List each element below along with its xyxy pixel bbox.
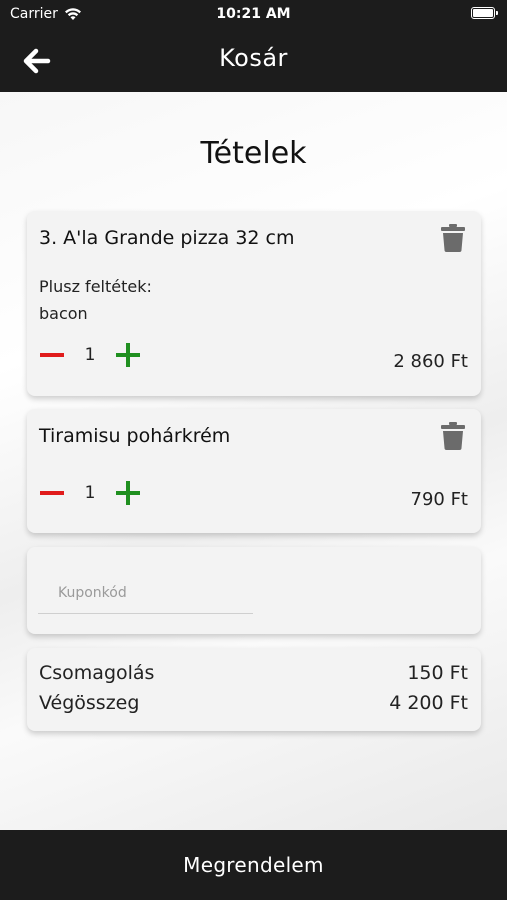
cart-item: 3. A'la Grande pizza 32 cm Plusz feltéte…: [27, 211, 481, 396]
item-name: Tiramisu pohárkrém: [39, 425, 231, 447]
decrease-quantity-button[interactable]: [39, 342, 65, 368]
packaging-row: Csomagolás 150 Ft: [39, 662, 468, 684]
packaging-label: Csomagolás: [39, 662, 155, 684]
delete-item-button[interactable]: [441, 422, 465, 450]
cart-item: Tiramisu pohárkrém 1 790 Ft: [27, 409, 481, 533]
coupon-card: [27, 547, 481, 634]
place-order-button[interactable]: Megrendelem: [0, 830, 507, 900]
status-bar: Carrier 10:21 AM: [0, 0, 507, 28]
clock: 10:21 AM: [216, 6, 291, 22]
page-title: Kosár: [219, 44, 288, 72]
quantity-stepper: 1: [39, 480, 141, 506]
delete-item-button[interactable]: [441, 224, 465, 252]
grand-total-value: 4 200 Ft: [389, 692, 468, 714]
grand-total-label: Végösszeg: [39, 692, 140, 714]
quantity-value: 1: [84, 345, 96, 365]
quantity-stepper: 1: [39, 342, 141, 368]
cart-content: Tételek 3. A'la Grande pizza 32 cm Plusz…: [0, 92, 507, 830]
item-price: 2 860 Ft: [393, 351, 468, 372]
decrease-quantity-button[interactable]: [39, 480, 65, 506]
quantity-value: 1: [84, 483, 96, 503]
coupon-code-input[interactable]: [38, 572, 253, 614]
packaging-value: 150 Ft: [407, 662, 468, 684]
item-name: 3. A'la Grande pizza 32 cm: [39, 227, 295, 249]
section-title: Tételek: [200, 136, 307, 171]
item-extras: Plusz feltétek: bacon: [39, 273, 152, 327]
extras-label: Plusz feltétek:: [39, 277, 152, 296]
grand-total-row: Végösszeg 4 200 Ft: [39, 692, 468, 714]
totals-card: Csomagolás 150 Ft Végösszeg 4 200 Ft: [27, 648, 481, 731]
nav-bar: Kosár: [0, 28, 507, 92]
increase-quantity-button[interactable]: [115, 342, 141, 368]
extras-value: bacon: [39, 304, 88, 323]
trash-icon: [441, 422, 465, 450]
item-price: 790 Ft: [410, 489, 469, 510]
battery-icon: [471, 7, 498, 19]
trash-icon: [441, 224, 465, 252]
increase-quantity-button[interactable]: [115, 480, 141, 506]
